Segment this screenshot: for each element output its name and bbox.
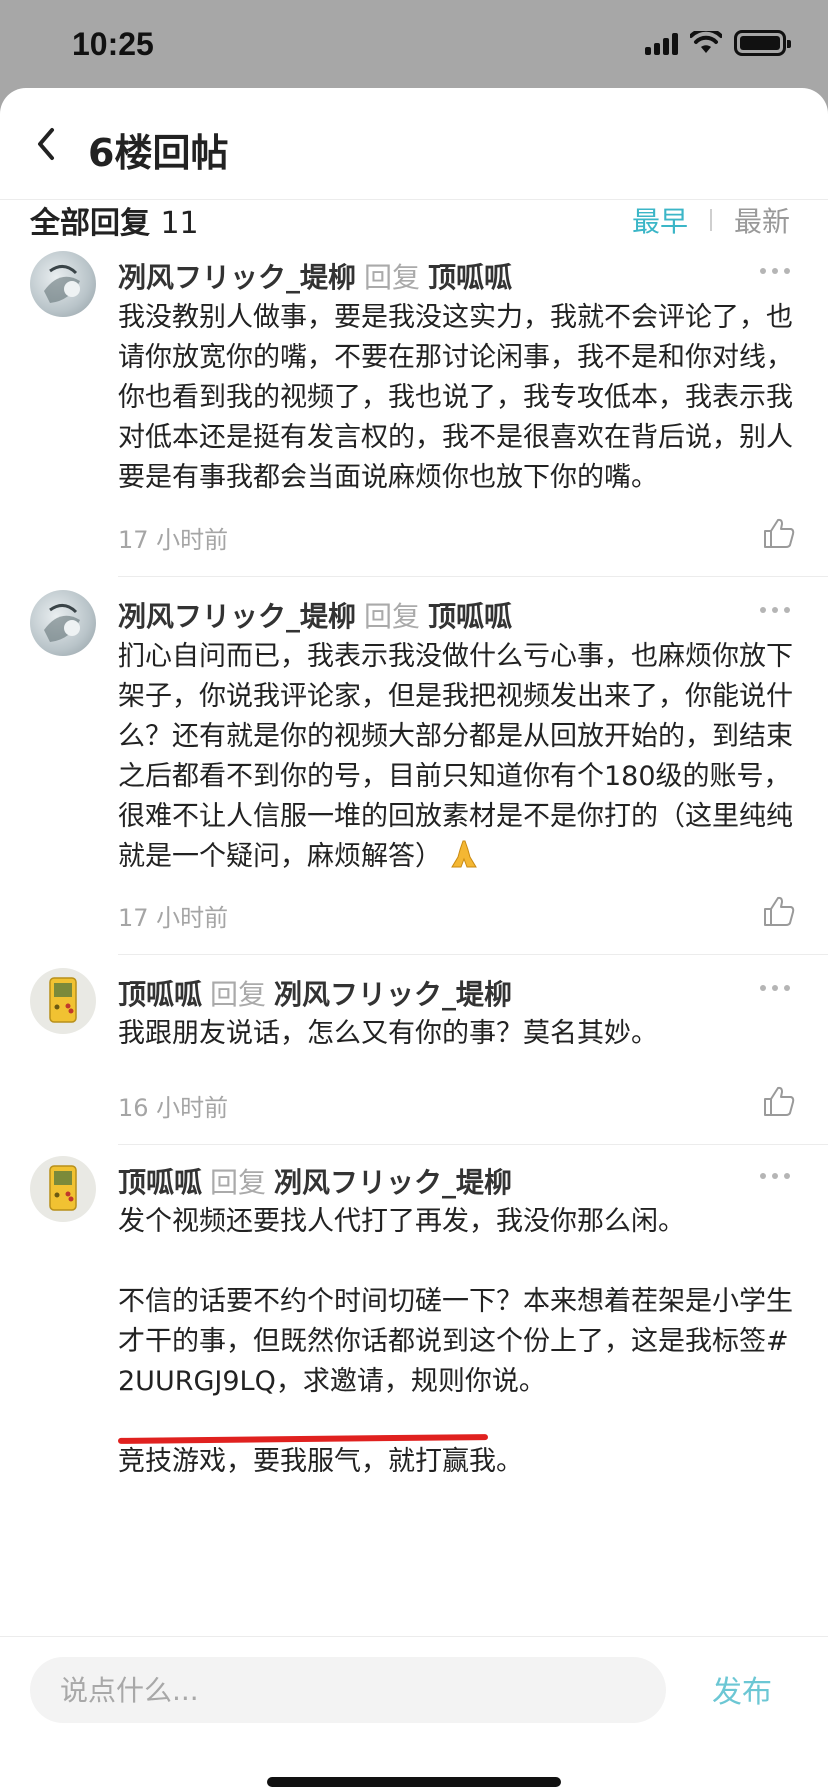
comment-text: 我没教别人做事，要是我没这实力，我就不会评论了，也请你放宽你的嘴，不要在那讨论闲… xyxy=(118,302,793,493)
all-replies-heading: 全部回复 11 xyxy=(30,198,199,242)
comment-composer: 发布 xyxy=(0,1636,828,1792)
battery-icon xyxy=(734,30,791,56)
comment-divider xyxy=(118,576,828,577)
status-time: 10:25 xyxy=(72,26,154,62)
all-replies-label: 全部回复 xyxy=(30,206,150,241)
comment-text: 我跟朋友说话，怎么又有你的事？莫名其妙。 xyxy=(118,1018,658,1049)
avatar[interactable] xyxy=(30,590,96,656)
comment-text: 扪心自问而已，我表示我没做什么亏心事，也麻烦你放下架子，你说我评论家，但是我把视… xyxy=(118,637,798,877)
page-title: 6楼回帖 xyxy=(88,131,229,175)
wifi-icon xyxy=(690,31,722,53)
comment-author[interactable]: 顶呱呱 xyxy=(118,978,202,1011)
more-icon[interactable] xyxy=(760,1173,790,1179)
reply-target[interactable]: 冽风フリック_堤柳 xyxy=(274,1166,512,1199)
home-indicator xyxy=(267,1777,561,1787)
comment-author[interactable]: 冽风フリック_堤柳 xyxy=(118,261,356,294)
comment-header: 顶呱呱 回复 冽风フリック_堤柳 xyxy=(118,1161,512,1201)
comment-divider xyxy=(118,954,828,955)
status-bar: 10:25 xyxy=(0,0,828,90)
thumbs-up-icon[interactable] xyxy=(762,1084,796,1118)
reply-target[interactable]: 顶呱呱 xyxy=(428,261,512,294)
comment-time: 17 小时前 xyxy=(118,904,229,932)
comment-header: 冽风フリック_堤柳 回复 顶呱呱 xyxy=(118,595,512,635)
comment-author[interactable]: 冽风フリック_堤柳 xyxy=(118,600,356,633)
comment-time: 17 小时前 xyxy=(118,526,229,554)
status-icons xyxy=(645,30,791,56)
reply-sheet: 6楼回帖 全部回复 11 最早 最新 冽风フリック_堤柳 回复 顶呱呱 我没教别人做… xyxy=(0,88,828,1792)
avatar[interactable] xyxy=(30,1156,96,1222)
more-icon[interactable] xyxy=(760,985,790,991)
header: 6楼回帖 xyxy=(0,88,828,200)
comment-header: 冽风フリック_堤柳 回复 顶呱呱 xyxy=(118,256,512,296)
comment-input[interactable] xyxy=(30,1657,666,1723)
replies-count: 11 xyxy=(160,206,199,241)
avatar[interactable] xyxy=(30,251,96,317)
more-icon[interactable] xyxy=(760,268,790,274)
praying-hands-icon xyxy=(451,840,477,868)
publish-button[interactable]: 发布 xyxy=(712,1667,772,1711)
comment-divider xyxy=(118,1144,828,1145)
avatar[interactable] xyxy=(30,968,96,1034)
signal-icon xyxy=(645,31,678,55)
more-icon[interactable] xyxy=(760,607,790,613)
thumbs-up-icon[interactable] xyxy=(762,516,796,550)
sort-earliest-tab[interactable]: 最早 xyxy=(632,200,688,240)
thumbs-up-icon[interactable] xyxy=(762,894,796,928)
sort-tabs: 最早 最新 xyxy=(632,200,790,240)
reply-target[interactable]: 顶呱呱 xyxy=(428,600,512,633)
reply-target[interactable]: 冽风フリック_堤柳 xyxy=(274,978,512,1011)
chevron-left-icon[interactable] xyxy=(30,124,66,164)
reply-word: 回复 xyxy=(210,1166,267,1199)
comment-time: 16 小时前 xyxy=(118,1094,229,1122)
reply-word: 回复 xyxy=(210,978,267,1011)
comment-header: 顶呱呱 回复 冽风フリック_堤柳 xyxy=(118,973,512,1013)
comment-author[interactable]: 顶呱呱 xyxy=(118,1166,202,1199)
reply-word: 回复 xyxy=(364,600,421,633)
sort-divider xyxy=(709,209,712,231)
reply-word: 回复 xyxy=(364,261,421,294)
sort-latest-tab[interactable]: 最新 xyxy=(734,200,790,240)
